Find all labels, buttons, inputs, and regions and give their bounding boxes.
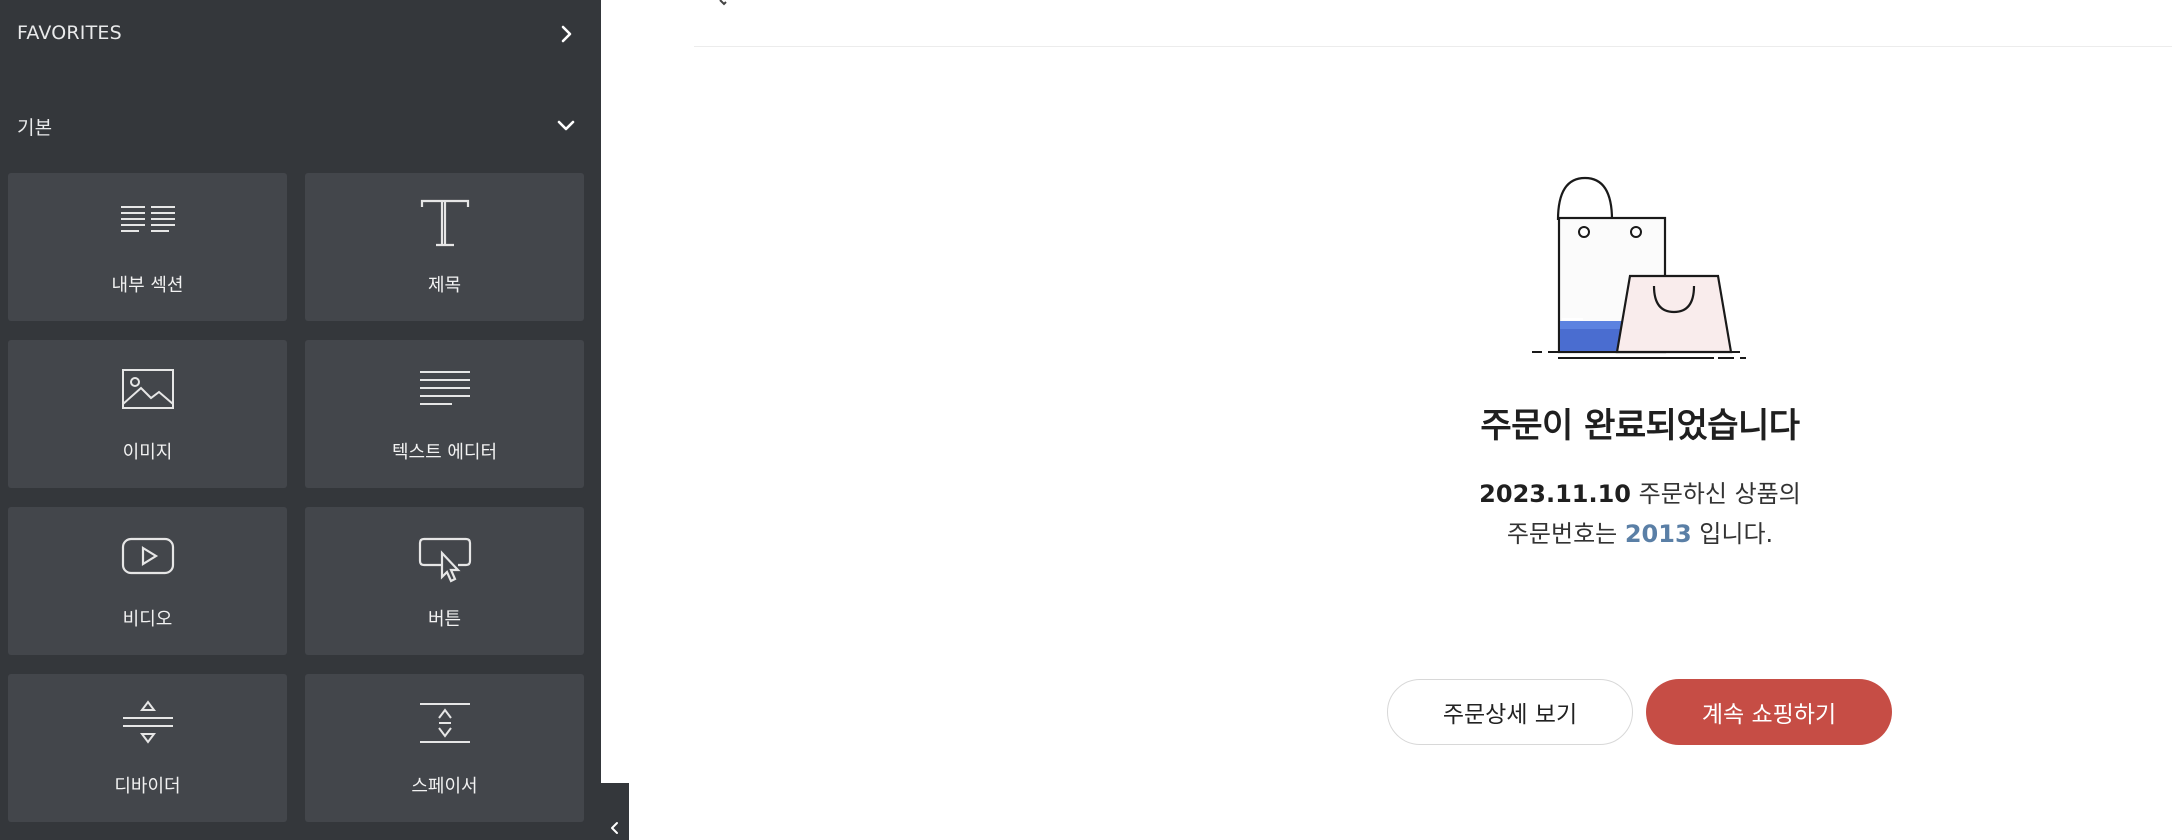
widget-divider[interactable]: 디바이더 <box>8 674 287 822</box>
widget-video[interactable]: 비디오 <box>8 507 287 655</box>
chevron-down-icon[interactable] <box>556 115 576 135</box>
header-divider <box>694 46 2172 47</box>
widget-heading[interactable]: 제목 <box>305 173 584 321</box>
order-number: 2013 <box>1624 520 1692 548</box>
order-complete-title: 주문이 완료되었습니다 <box>1480 406 1800 446</box>
heading-icon <box>412 195 478 251</box>
favorites-section-header[interactable]: FAVORITES <box>0 4 601 64</box>
widget-text-editor[interactable]: 텍스트 에디터 <box>305 340 584 488</box>
widget-inner-section[interactable]: 내부 섹션 <box>8 173 287 321</box>
chevron-right-icon[interactable] <box>556 24 576 44</box>
order-desc-line1: 2023.11.10 주문하신 상품의 <box>1340 474 1940 514</box>
panel-collapse-button[interactable] <box>601 783 629 840</box>
widget-spacer[interactable]: 스페이서 <box>305 674 584 822</box>
order-date: 2023.11.10 <box>1479 480 1631 508</box>
basic-section-header[interactable]: 기본 <box>0 95 601 155</box>
inner-section-icon <box>115 195 181 251</box>
divider-icon <box>115 696 181 752</box>
widget-label: 제목 <box>427 275 462 296</box>
button-icon <box>412 529 478 585</box>
widget-label: 텍스트 에디터 <box>391 442 498 463</box>
text-editor-icon <box>412 362 478 418</box>
widget-panel: FAVORITES 기본 내부 섹션 제목 이미지 텍스트 에디터 비디오 버튼… <box>0 0 601 840</box>
video-icon <box>115 529 181 585</box>
widget-button[interactable]: 버튼 <box>305 507 584 655</box>
widget-label: 이미지 <box>122 442 173 463</box>
spacer-icon <box>412 696 478 752</box>
scroll-fragment-icon <box>719 0 727 6</box>
widget-label: 비디오 <box>122 609 173 630</box>
widget-label: 버튼 <box>427 609 462 630</box>
continue-shopping-button[interactable]: 계속 쇼핑하기 <box>1646 679 1892 745</box>
order-detail-button[interactable]: 주문상세 보기 <box>1387 679 1633 745</box>
order-description: 2023.11.10 주문하신 상품의 주문번호는 2013 입니다. <box>1340 474 1940 554</box>
order-desc-line2-suffix: 입니다. <box>1691 520 1774 548</box>
widget-label: 스페이서 <box>411 776 478 797</box>
order-desc-line1-text: 주문하신 상품의 <box>1631 480 1801 508</box>
basic-label: 기본 <box>17 117 53 139</box>
order-desc-line2-prefix: 주문번호는 <box>1506 520 1625 548</box>
order-desc-line2: 주문번호는 2013 입니다. <box>1340 514 1940 554</box>
widget-label: 디바이더 <box>114 776 181 797</box>
image-icon <box>115 362 181 418</box>
widget-label: 내부 섹션 <box>111 275 184 296</box>
shopping-bags-icon <box>1528 176 1752 362</box>
chevron-left-icon <box>611 822 618 834</box>
widget-image[interactable]: 이미지 <box>8 340 287 488</box>
favorites-label: FAVORITES <box>17 22 122 44</box>
